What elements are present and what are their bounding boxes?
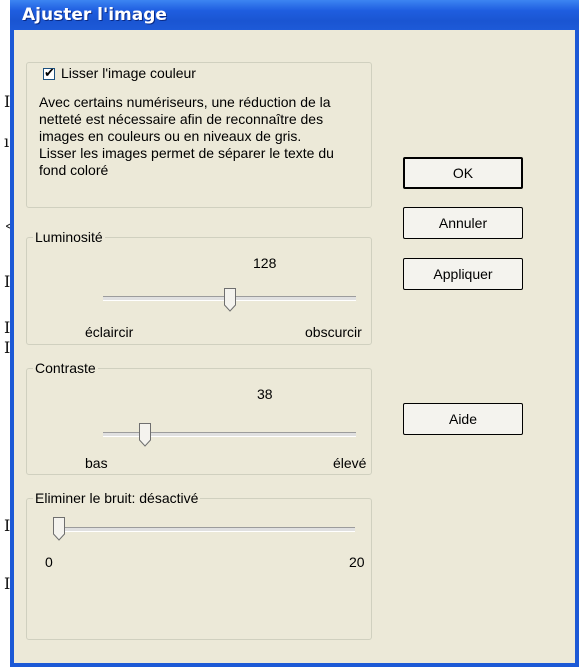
brightness-min-label: éclaircir [85,324,134,340]
description-line-5: fond coloré [39,162,109,178]
title-bar[interactable]: Ajuster l'image [10,0,579,30]
contrast-max-label: élevé [333,455,367,471]
noise-slider-thumb[interactable] [53,517,65,541]
noise-group: Eliminer le bruit: désactivé 0 20 [26,490,372,640]
smooth-color-checkbox[interactable]: ✔ [43,65,55,80]
description-line-4: Lisser les images permet de séparer le t… [39,145,334,161]
description-line-1: Avec certains numériseurs, une réduction… [39,94,331,110]
noise-min-label: 0 [45,554,53,570]
adjust-image-dialog: Ajuster l'image ✔ Lisser l'image couleur… [10,0,579,667]
ok-button[interactable]: OK [403,157,523,189]
brightness-label: Luminosité [33,229,105,245]
brightness-max-label: obscurcir [305,324,362,340]
description-line-2: netteté est nécessaire afin de reconnaît… [39,111,324,127]
apply-button[interactable]: Appliquer [403,258,523,290]
contrast-group: Contraste 38 bas élevé [26,360,372,475]
dialog-client-area: ✔ Lisser l'image couleur Avec certains n… [14,30,575,663]
window-title: Ajuster l'image [22,5,167,25]
cancel-button[interactable]: Annuler [403,207,523,239]
contrast-value: 38 [257,386,273,402]
brightness-slider-thumb[interactable] [223,288,236,312]
noise-max-label: 20 [349,554,365,570]
noise-slider-track[interactable] [53,527,355,532]
smooth-color-label[interactable]: Lisser l'image couleur [61,65,196,81]
checkmark-icon: ✔ [44,65,55,80]
contrast-min-label: bas [85,455,108,471]
contrast-slider-thumb[interactable] [139,423,152,447]
brightness-group: Luminosité 128 éclaircir obscurcir [26,229,372,345]
help-button[interactable]: Aide [403,403,523,435]
description-line-3: images en couleurs ou en niveaux de gris… [39,128,302,144]
smoothing-group: ✔ Lisser l'image couleur Avec certains n… [26,62,372,208]
brightness-value: 128 [253,255,277,271]
noise-label: Eliminer le bruit: désactivé [33,490,201,506]
contrast-label: Contraste [33,360,98,376]
